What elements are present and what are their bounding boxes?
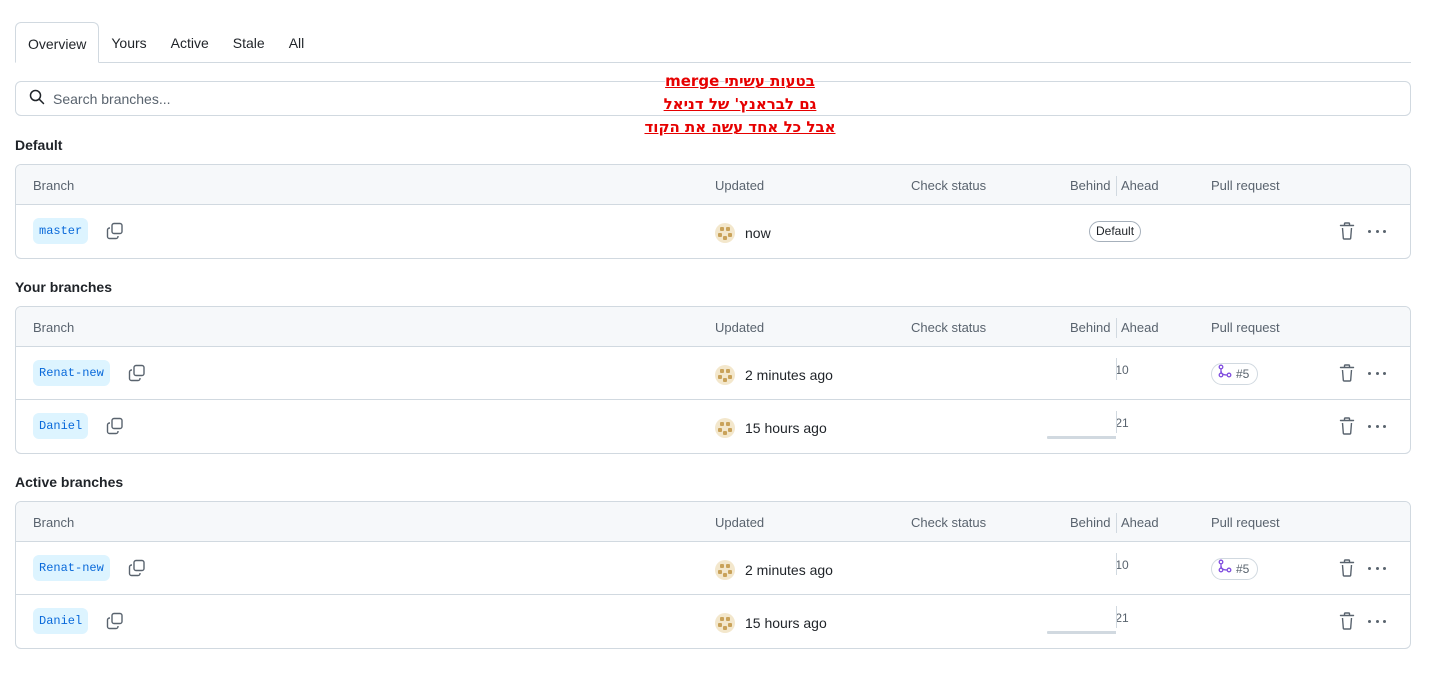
header-branch: Branch xyxy=(33,320,75,335)
table-row: Renat-new 2 minutes ago 1 0 #5 xyxy=(16,347,1410,400)
search-icon xyxy=(29,89,45,108)
tab-active[interactable]: Active xyxy=(159,22,221,62)
search-input[interactable] xyxy=(53,90,653,107)
avatar xyxy=(715,418,735,438)
header-ahead: Ahead xyxy=(1121,515,1159,530)
header-divider xyxy=(1116,318,1117,338)
copy-icon[interactable] xyxy=(128,364,146,382)
git-pull-request-icon xyxy=(1218,364,1232,384)
header-pull-request: Pull request xyxy=(1211,178,1280,193)
avatar xyxy=(715,365,735,385)
ahead-count: 1 xyxy=(1122,416,1129,430)
behind-bar xyxy=(1047,436,1116,439)
header-branch: Branch xyxy=(33,515,75,530)
section-title-your-branches: Your branches xyxy=(15,279,112,295)
avatar xyxy=(715,223,735,243)
git-pull-request-icon xyxy=(1218,559,1232,579)
default-branch-table: Branch Updated Check status Behind Ahead… xyxy=(15,164,1411,259)
avatar xyxy=(715,560,735,580)
tab-overview[interactable]: Overview xyxy=(15,22,100,63)
copy-icon[interactable] xyxy=(106,222,124,240)
header-behind: Behind xyxy=(1070,320,1111,335)
header-ahead: Ahead xyxy=(1121,320,1159,335)
updated-time: now xyxy=(745,225,771,241)
header-divider xyxy=(1116,176,1117,196)
kebab-horizontal-icon[interactable] xyxy=(1366,559,1388,577)
header-pull-request: Pull request xyxy=(1211,320,1280,335)
updated-time: 15 hours ago xyxy=(745,420,827,436)
pull-request-badge[interactable]: #5 xyxy=(1211,558,1259,580)
trash-icon[interactable] xyxy=(1339,559,1355,577)
handwritten-annotation: בטעות עשיתי merge גם לבראנץ' של דניאל אב… xyxy=(600,70,880,139)
branch-name-link[interactable]: master xyxy=(33,218,89,244)
pull-request-badge[interactable]: #5 xyxy=(1211,363,1259,385)
behind-ahead-divider xyxy=(1116,553,1117,575)
table-header: Branch Updated Check status Behind Ahead… xyxy=(16,502,1410,542)
tab-all[interactable]: All xyxy=(277,22,317,62)
table-header: Branch Updated Check status Behind Ahead… xyxy=(16,307,1410,347)
updated-time: 2 minutes ago xyxy=(745,562,833,578)
table-row: master now Default xyxy=(16,205,1410,258)
branch-name-link[interactable]: Renat-new xyxy=(33,360,110,386)
avatar xyxy=(715,613,735,633)
header-behind: Behind xyxy=(1070,178,1111,193)
tab-yours[interactable]: Yours xyxy=(99,22,158,62)
kebab-horizontal-icon[interactable] xyxy=(1366,417,1388,435)
kebab-horizontal-icon[interactable] xyxy=(1366,612,1388,630)
branch-tabs: Overview Yours Active Stale All xyxy=(15,22,1411,63)
behind-bar xyxy=(1047,631,1116,634)
header-check-status: Check status xyxy=(911,320,987,335)
default-badge: Default xyxy=(1089,221,1142,242)
header-pull-request: Pull request xyxy=(1211,515,1280,530)
section-title-default: Default xyxy=(15,137,63,153)
annotation-line: אבל כל אחד עשה את הקוד xyxy=(644,118,836,136)
table-row: Daniel 15 hours ago 2 1 xyxy=(16,400,1410,453)
trash-icon[interactable] xyxy=(1339,417,1355,435)
ahead-count: 0 xyxy=(1122,558,1129,572)
table-row: Daniel 15 hours ago 2 1 xyxy=(16,595,1410,648)
branch-name-link[interactable]: Daniel xyxy=(33,413,89,439)
pull-request-number: #5 xyxy=(1236,367,1250,381)
annotation-line: גם לבראנץ' של דניאל xyxy=(663,95,817,113)
header-ahead: Ahead xyxy=(1121,178,1159,193)
header-divider xyxy=(1116,513,1117,533)
updated-time: 15 hours ago xyxy=(745,615,827,631)
branch-name-link[interactable]: Daniel xyxy=(33,608,89,634)
section-title-active-branches: Active branches xyxy=(15,474,124,490)
trash-icon[interactable] xyxy=(1339,612,1355,630)
kebab-horizontal-icon[interactable] xyxy=(1366,222,1388,240)
table-row: Renat-new 2 minutes ago 1 0 #5 xyxy=(16,542,1410,595)
behind-ahead-divider xyxy=(1116,358,1117,380)
kebab-horizontal-icon[interactable] xyxy=(1366,364,1388,382)
header-branch: Branch xyxy=(33,178,75,193)
ahead-count: 1 xyxy=(1122,611,1129,625)
copy-icon[interactable] xyxy=(106,417,124,435)
header-updated: Updated xyxy=(715,515,765,530)
header-updated: Updated xyxy=(715,178,765,193)
behind-ahead-divider xyxy=(1116,411,1117,433)
copy-icon[interactable] xyxy=(128,559,146,577)
updated-time: 2 minutes ago xyxy=(745,367,833,383)
header-behind: Behind xyxy=(1070,515,1111,530)
header-updated: Updated xyxy=(715,320,765,335)
behind-ahead-divider xyxy=(1116,606,1117,628)
table-header: Branch Updated Check status Behind Ahead… xyxy=(16,165,1410,205)
tab-stale[interactable]: Stale xyxy=(221,22,277,62)
header-check-status: Check status xyxy=(911,178,987,193)
header-check-status: Check status xyxy=(911,515,987,530)
your-branches-table: Branch Updated Check status Behind Ahead… xyxy=(15,306,1411,454)
trash-icon[interactable] xyxy=(1339,222,1355,240)
branch-name-link[interactable]: Renat-new xyxy=(33,555,110,581)
ahead-count: 0 xyxy=(1122,363,1129,377)
copy-icon[interactable] xyxy=(106,612,124,630)
annotation-line: בטעות עשיתי merge xyxy=(665,72,815,90)
pull-request-number: #5 xyxy=(1236,562,1250,576)
active-branches-table: Branch Updated Check status Behind Ahead… xyxy=(15,501,1411,649)
trash-icon[interactable] xyxy=(1339,364,1355,382)
